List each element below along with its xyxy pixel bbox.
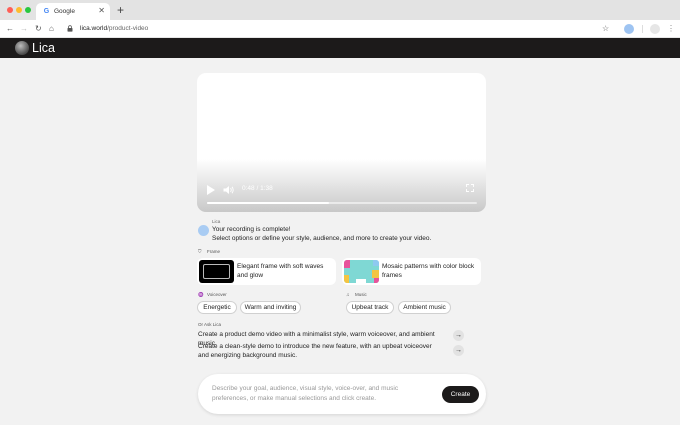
tab-close-icon[interactable]: ✕ [98,6,105,16]
frame-label: Frame [207,249,221,254]
music-option[interactable]: Ambient music [398,301,451,314]
browser-tab-strip: G Google ✕ + [0,0,680,20]
video-progress-fill [207,202,329,204]
prompt-composer: Create [198,374,486,414]
browser-menu-icon[interactable]: ⋮ [667,23,675,35]
prompt-input[interactable] [212,384,432,406]
elegant-frame-thumbnail [199,260,234,283]
video-player[interactable]: 0:48 / 1:38 [197,73,486,212]
lica-logo-icon [15,41,29,55]
url-host: lica.world [80,25,108,32]
home-icon[interactable]: ⌂ [49,23,54,35]
minimize-window-button[interactable] [16,7,22,13]
app-name: Lica [32,41,55,55]
toolbar-divider [642,25,643,33]
bookmark-star-icon[interactable]: ☆ [602,23,609,35]
suggestion-arrow-icon[interactable]: → [453,330,464,341]
url-text: lica.world/product-video [80,24,148,34]
extension-icon[interactable] [624,24,634,34]
browser-tab[interactable]: G Google ✕ [36,3,110,20]
ask-lica-label: Or Ask Lica [198,322,222,327]
music-option[interactable]: Upbeat track [346,301,394,314]
volume-icon[interactable] [223,185,235,195]
tab-title: Google [54,8,75,15]
google-favicon-icon: G [43,8,50,15]
reload-icon[interactable]: ↻ [35,23,42,35]
voiceover-section-label: ♒ Voiceover [198,292,227,298]
profile-avatar-icon[interactable] [650,24,660,34]
video-progress-bar[interactable] [207,202,477,204]
voiceover-option[interactable]: Energetic [197,301,237,314]
play-icon[interactable] [207,185,215,195]
voiceover-icon: ♒ [198,292,204,297]
agent-message-line: Your recording is complete! [212,226,291,233]
frame-option-mosaic[interactable]: Mosaic patterns with color block frames [342,258,481,285]
fullscreen-icon[interactable] [466,184,474,192]
new-tab-button[interactable]: + [117,3,124,17]
lica-avatar [198,225,209,236]
forward-arrow-icon[interactable]: → [20,23,28,35]
voiceover-label: Voiceover [207,292,227,297]
music-section-label: ♫ Music [346,292,367,298]
browser-toolbar: ← → ↻ ⌂ lica.world/product-video ☆ ⋮ [0,20,680,38]
music-label: Music [355,292,367,297]
agent-message: Your recording is complete! Select optio… [212,225,472,243]
create-button[interactable]: Create [442,386,479,403]
frame-icon: ⛉ [198,249,202,254]
frame-option-elegant[interactable]: Elegant frame with soft waves and glow [197,258,336,285]
suggestion-arrow-icon[interactable]: → [453,345,464,356]
close-window-button[interactable] [7,7,13,13]
url-path: /product-video [107,25,149,32]
main-content: 0:48 / 1:38 Lica Your recording is compl… [0,58,680,425]
frame-option-label: Mosaic patterns with color block frames [382,263,475,279]
frame-option-label: Elegant frame with soft waves and glow [237,263,324,279]
maximize-window-button[interactable] [25,7,31,13]
agent-message-line: Select options or define your style, aud… [212,235,432,242]
back-arrow-icon[interactable]: ← [6,23,14,35]
address-bar[interactable]: lica.world/product-video [62,23,618,35]
video-time: 0:48 / 1:38 [242,185,273,192]
app-header: Lica [0,38,680,58]
frame-section-label: ⛉ Frame [198,249,220,255]
voiceover-option[interactable]: Warm and inviting [240,301,301,314]
mosaic-frame-thumbnail [344,260,379,283]
suggestion-text[interactable]: Create a clean-style demo to introduce t… [198,343,438,360]
music-note-icon: ♫ [346,292,350,297]
lock-icon [67,25,73,32]
